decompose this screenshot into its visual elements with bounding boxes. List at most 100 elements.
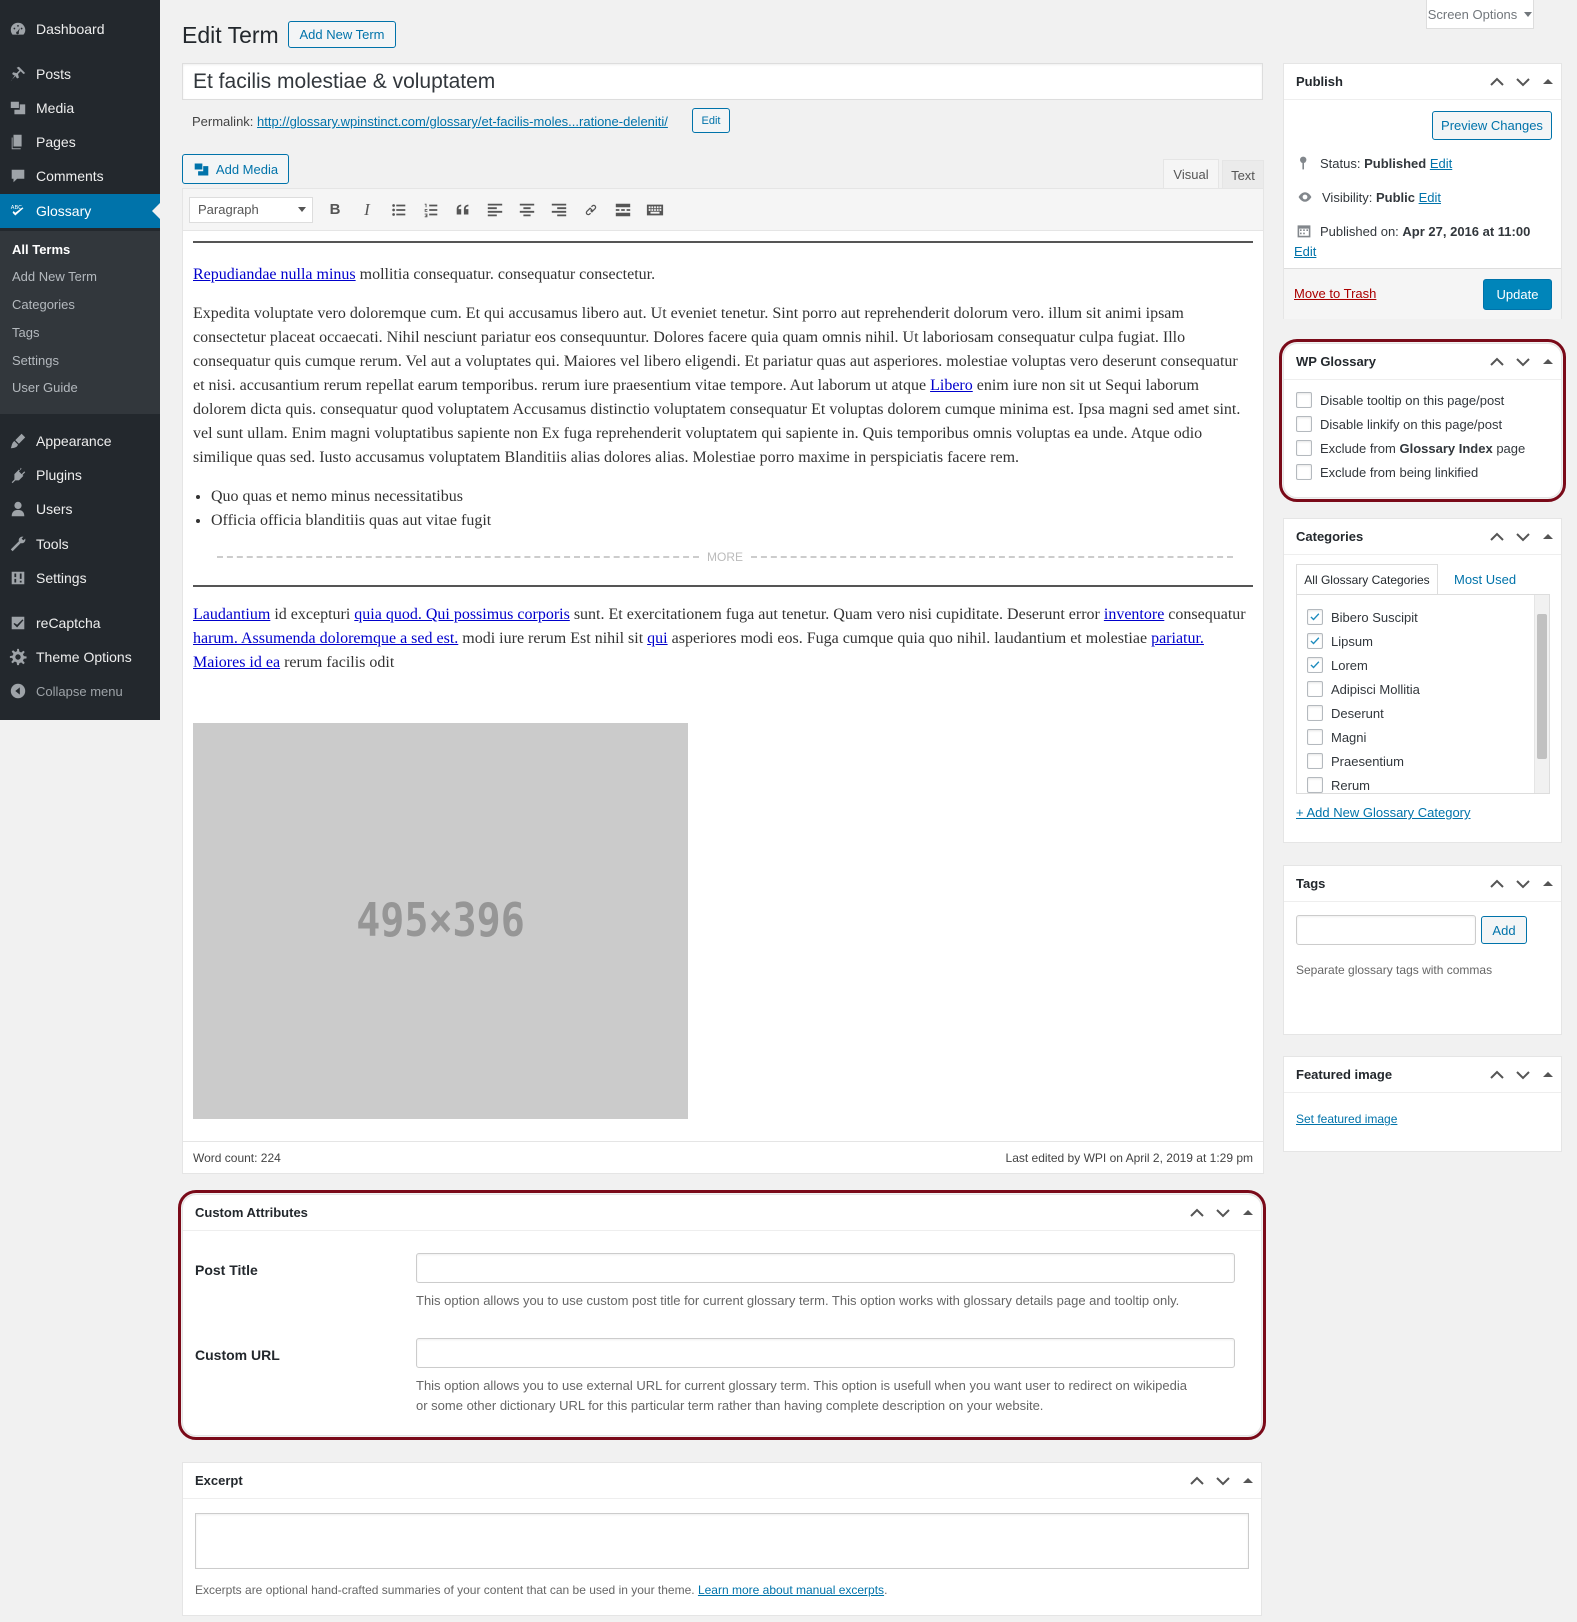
sidebar-item-posts[interactable]: Posts [0, 57, 160, 91]
sidebar-item-glossary[interactable]: ABC Glossary [0, 194, 160, 228]
content-link[interactable]: inventore [1104, 606, 1164, 623]
excerpt-textarea[interactable] [195, 1513, 1249, 1569]
category-checkbox[interactable] [1307, 729, 1323, 745]
align-left-button[interactable] [479, 195, 511, 225]
custom-url-input[interactable] [416, 1338, 1235, 1368]
sidebar-item-comments[interactable]: Comments [0, 159, 160, 193]
editor-content[interactable]: Repudiandae nulla minus mollitia consequ… [193, 241, 1253, 675]
set-featured-image-link[interactable]: Set featured image [1296, 1112, 1397, 1126]
bullet-list-button[interactable] [383, 195, 415, 225]
italic-button[interactable]: I [351, 195, 383, 225]
add-tag-button[interactable]: Add [1481, 916, 1527, 944]
submenu-add-new-term[interactable]: Add New Term [12, 269, 97, 284]
glossary-option-checkbox[interactable] [1296, 416, 1312, 432]
sidebar-item-appearance[interactable]: Appearance [0, 424, 160, 458]
sidebar-item-media[interactable]: Media [0, 91, 160, 125]
move-up-icon[interactable] [1487, 874, 1507, 894]
glossary-option-checkbox[interactable] [1296, 440, 1312, 456]
align-center-button[interactable] [511, 195, 543, 225]
toggle-panel-icon[interactable] [1543, 529, 1553, 539]
submenu-all-terms[interactable]: All Terms [12, 242, 70, 257]
move-down-icon[interactable] [1213, 1203, 1233, 1223]
move-up-icon[interactable] [1487, 527, 1507, 547]
glossary-option[interactable]: Disable linkify on this page/post [1296, 416, 1525, 432]
move-up-icon[interactable] [1187, 1471, 1207, 1491]
submenu-user-guide[interactable]: User Guide [12, 380, 78, 395]
glossary-option[interactable]: Exclude from being linkified [1296, 464, 1525, 480]
move-to-trash-link[interactable]: Move to Trash [1294, 286, 1376, 301]
tab-all-categories[interactable]: All Glossary Categories [1296, 564, 1438, 595]
content-link[interactable]: Libero [930, 377, 973, 394]
move-down-icon[interactable] [1513, 72, 1533, 92]
align-right-button[interactable] [543, 195, 575, 225]
move-down-icon[interactable] [1513, 352, 1533, 372]
bold-button[interactable]: B [319, 195, 351, 225]
excerpt-learn-more-link[interactable]: Learn more about manual excerpts [698, 1583, 884, 1597]
post-title-input[interactable] [416, 1253, 1235, 1283]
category-item[interactable]: Lipsum [1307, 633, 1420, 649]
submenu-tags[interactable]: Tags [12, 325, 39, 340]
scrollbar-thumb[interactable] [1537, 614, 1547, 759]
toggle-panel-icon[interactable] [1543, 876, 1553, 886]
tab-most-used[interactable]: Most Used [1454, 572, 1516, 587]
published-edit-link[interactable]: Edit [1294, 244, 1316, 259]
content-link[interactable]: Repudiandae nulla minus [193, 266, 356, 283]
content-link[interactable]: Laudantium [193, 606, 270, 623]
read-more-button[interactable] [607, 195, 639, 225]
add-new-category-link[interactable]: + Add New Glossary Category [1296, 805, 1471, 820]
category-checkbox[interactable] [1307, 753, 1323, 769]
toggle-panel-icon[interactable] [1543, 74, 1553, 84]
glossary-option[interactable]: Exclude from Glossary Index page [1296, 440, 1525, 456]
placeholder-image[interactable]: 495×396 [193, 723, 688, 1119]
toggle-panel-icon[interactable] [1243, 1473, 1253, 1483]
glossary-option-checkbox[interactable] [1296, 392, 1312, 408]
update-button[interactable]: Update [1483, 279, 1552, 310]
add-new-term-button[interactable]: Add New Term [288, 21, 396, 48]
content-link[interactable]: harum. Assumenda doloremque a sed est. [193, 630, 458, 647]
toggle-panel-icon[interactable] [1543, 1067, 1553, 1077]
sidebar-item-users[interactable]: Users [0, 492, 160, 526]
content-link[interactable]: quia quod. Qui possimus corporis [354, 606, 570, 623]
blockquote-button[interactable] [447, 195, 479, 225]
move-up-icon[interactable] [1487, 352, 1507, 372]
category-item[interactable]: Rerum [1307, 777, 1420, 793]
category-item[interactable]: Praesentium [1307, 753, 1420, 769]
content-link[interactable]: qui [647, 630, 667, 647]
move-down-icon[interactable] [1513, 527, 1533, 547]
categories-scrollbar[interactable] [1534, 595, 1549, 793]
collapse-menu[interactable]: Collapse menu [0, 674, 160, 708]
sidebar-item-settings[interactable]: Settings [0, 561, 160, 595]
category-checkbox[interactable] [1307, 681, 1323, 697]
permalink-link[interactable]: http://glossary.wpinstinct.com/glossary/… [257, 114, 668, 129]
sidebar-item-recaptcha[interactable]: reCaptcha [0, 606, 160, 640]
category-checkbox[interactable] [1307, 777, 1323, 793]
toolbar-toggle-button[interactable] [639, 195, 671, 225]
numbered-list-button[interactable] [415, 195, 447, 225]
move-down-icon[interactable] [1513, 1065, 1533, 1085]
category-checkbox[interactable] [1307, 657, 1323, 673]
toggle-panel-icon[interactable] [1543, 354, 1553, 364]
move-up-icon[interactable] [1187, 1203, 1207, 1223]
preview-changes-button[interactable]: Preview Changes [1432, 111, 1552, 140]
screen-options-button[interactable]: Screen Options [1426, 0, 1534, 29]
move-up-icon[interactable] [1487, 72, 1507, 92]
visibility-edit-link[interactable]: Edit [1419, 190, 1441, 205]
tab-text[interactable]: Text [1222, 160, 1264, 189]
glossary-option[interactable]: Disable tooltip on this page/post [1296, 392, 1525, 408]
submenu-categories[interactable]: Categories [12, 297, 75, 312]
sidebar-item-pages[interactable]: Pages [0, 125, 160, 159]
toggle-panel-icon[interactable] [1243, 1205, 1253, 1215]
category-item[interactable]: Bibero Suscipit [1307, 609, 1420, 625]
sidebar-item-tools[interactable]: Tools [0, 527, 160, 561]
category-item[interactable]: Adipisci Mollitia [1307, 681, 1420, 697]
sidebar-item-theme-options[interactable]: Theme Options [0, 640, 160, 674]
move-down-icon[interactable] [1213, 1471, 1233, 1491]
permalink-edit-button[interactable]: Edit [692, 108, 730, 133]
tags-input[interactable] [1296, 915, 1476, 945]
status-edit-link[interactable]: Edit [1430, 156, 1452, 171]
sidebar-item-dashboard[interactable]: Dashboard [0, 12, 160, 46]
category-checkbox[interactable] [1307, 705, 1323, 721]
category-item[interactable]: Lorem [1307, 657, 1420, 673]
tab-visual[interactable]: Visual [1163, 159, 1219, 189]
title-input[interactable]: Et facilis molestiae & voluptatem [182, 63, 1263, 100]
